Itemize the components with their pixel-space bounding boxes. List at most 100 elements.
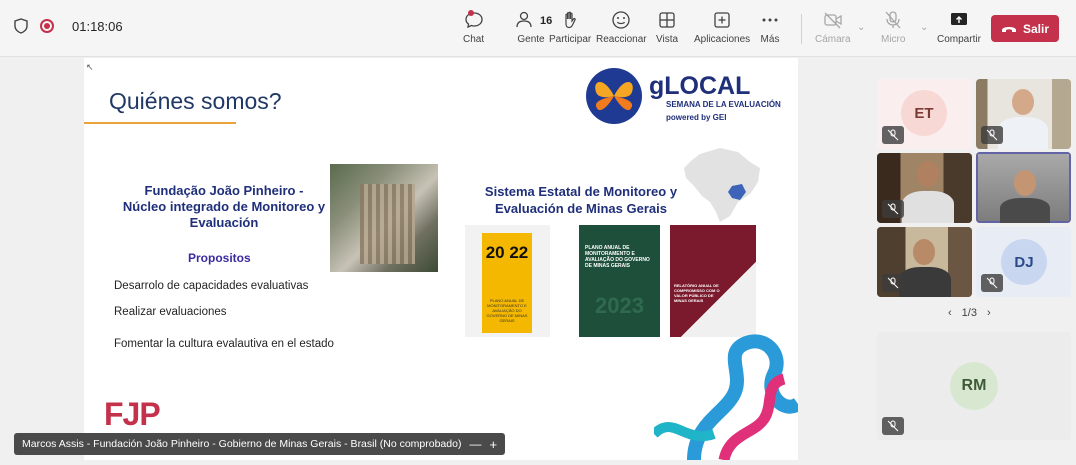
view-label: Vista bbox=[656, 34, 679, 45]
report-relatorio-title: RELATÓRIO ANUAL DE COMPROMISSO COM O VAL… bbox=[674, 283, 720, 303]
participant-body bbox=[998, 117, 1048, 149]
chat-button[interactable]: Chat bbox=[463, 10, 484, 45]
presenter-name: Marcos Assis - Fundación João Pinheiro -… bbox=[22, 438, 462, 450]
report-2022-year: 20 22 bbox=[485, 243, 529, 262]
meeting-toolbar: 01:18:06 Chat 16 Gente Participar Reacci… bbox=[0, 0, 1076, 57]
building-photo bbox=[330, 164, 438, 272]
hand-icon bbox=[565, 11, 576, 29]
brazil-map-icon bbox=[684, 148, 760, 222]
participant-face bbox=[1014, 170, 1036, 196]
leave-button[interactable]: Salir bbox=[991, 15, 1059, 42]
avatar: RM bbox=[950, 362, 998, 410]
participant-tile-dj[interactable]: DJ bbox=[976, 227, 1071, 297]
gallery-pager: ‹ 1/3 › bbox=[948, 307, 991, 319]
report-cover-2022: 20 22 PLANO ANUAL DE MONITORAMENTO E AVA… bbox=[465, 225, 550, 337]
presenter-name-tag[interactable]: Marcos Assis - Fundación João Pinheiro -… bbox=[14, 433, 506, 455]
mic-options-chevron-icon[interactable]: ⌄ bbox=[920, 22, 928, 33]
page-indicator: 1/3 bbox=[961, 307, 977, 319]
purpose-item: Desarrolo de capacidades evaluativas bbox=[114, 280, 309, 292]
glocal-powered: powered by GEI bbox=[666, 113, 727, 122]
recording-icon bbox=[40, 19, 54, 33]
mic-muted-icon bbox=[882, 274, 904, 292]
people-icon bbox=[516, 11, 532, 28]
report-2023-year: 2023 bbox=[595, 293, 644, 318]
mic-muted-icon bbox=[882, 126, 904, 144]
participant-face bbox=[1012, 89, 1034, 115]
participant-tile-video-1[interactable] bbox=[976, 79, 1071, 149]
share-label: Compartir bbox=[937, 34, 981, 45]
decorative-swirl bbox=[654, 334, 798, 460]
more-icon bbox=[762, 18, 778, 22]
report-relatorio-band bbox=[670, 225, 756, 337]
participant-body bbox=[1000, 198, 1050, 223]
raise-hand-label: Participar bbox=[549, 34, 592, 45]
shared-slide: ↖ Quiénes somos? gLOCAL SEMANA DE LA EVA… bbox=[84, 58, 798, 460]
mic-button[interactable]: Micro bbox=[881, 10, 905, 45]
react-button[interactable]: Reaccionar bbox=[596, 10, 647, 45]
mic-muted-icon bbox=[882, 417, 904, 435]
more-label: Más bbox=[760, 34, 780, 45]
participant-face bbox=[913, 239, 935, 265]
participant-tile-active-speaker[interactable] bbox=[976, 152, 1071, 223]
camera-options-chevron-icon[interactable]: ⌄ bbox=[857, 22, 865, 33]
meeting-timer: 01:18:06 bbox=[72, 18, 123, 34]
camera-off-icon bbox=[824, 12, 842, 29]
report-cover-2023: PLANO ANUAL DE MONITORAMENTO E AVALIAÇÃO… bbox=[579, 225, 660, 337]
people-label: Gente bbox=[517, 34, 545, 45]
share-screen-icon bbox=[950, 13, 967, 25]
chat-label: Chat bbox=[463, 34, 485, 45]
purpose-item: Realizar evaluaciones bbox=[114, 306, 227, 318]
add-app-icon bbox=[714, 12, 730, 28]
meeting-status: 01:18:06 bbox=[14, 18, 123, 34]
minimize-icon[interactable]: — bbox=[469, 437, 481, 451]
fjp-logo: FJP bbox=[104, 396, 161, 432]
title-underline bbox=[84, 122, 236, 124]
people-button[interactable]: 16 Gente bbox=[509, 10, 553, 45]
shield-icon[interactable] bbox=[14, 18, 28, 34]
glocal-wordmark: gLOCAL bbox=[649, 72, 751, 100]
report-2023-title: PLANO ANUAL DE MONITORAMENTO E AVALIAÇÃO… bbox=[585, 245, 650, 269]
view-button[interactable]: Vista bbox=[656, 10, 678, 45]
mic-muted-icon bbox=[981, 274, 1003, 292]
fjp-heading: Fundação João Pinheiro - Núcleo integrad… bbox=[109, 183, 339, 231]
avatar: ET bbox=[901, 90, 947, 136]
fjp-line-3: Evaluación bbox=[189, 215, 259, 230]
apps-button[interactable]: Aplicaciones bbox=[694, 10, 750, 45]
share-button[interactable]: Compartir bbox=[937, 10, 981, 45]
camera-label: Cámara bbox=[815, 34, 851, 45]
report-cover-2022-band: 20 22 PLANO ANUAL DE MONITORAMENTO E AVA… bbox=[482, 233, 532, 333]
toolbar-divider bbox=[801, 14, 802, 44]
participant-tile-video-2[interactable] bbox=[877, 153, 972, 223]
raise-hand-button[interactable]: Participar bbox=[549, 10, 591, 45]
butterfly-logo-icon bbox=[586, 68, 642, 124]
mic-off-icon bbox=[885, 11, 901, 29]
glocal-logo: gLOCAL SEMANA DE LA EVALUACIÓN powered b… bbox=[584, 66, 784, 126]
chevron-left-icon[interactable]: ‹ bbox=[948, 307, 952, 319]
grid-view-icon bbox=[659, 12, 675, 28]
more-button[interactable]: Más bbox=[760, 10, 780, 45]
mic-label: Micro bbox=[881, 34, 906, 45]
fjp-line-2: Núcleo integrado de Monitoreo y bbox=[122, 199, 326, 214]
react-label: Reaccionar bbox=[596, 34, 647, 45]
leave-label: Salir bbox=[1022, 21, 1049, 36]
purpose-item: Fomentar la cultura evalautiva en el est… bbox=[114, 338, 334, 350]
emoji-icon bbox=[612, 11, 630, 29]
mic-muted-icon bbox=[981, 126, 1003, 144]
avatar: DJ bbox=[1001, 239, 1047, 285]
participant-face bbox=[917, 161, 939, 187]
slide-title: Quiénes somos? bbox=[109, 88, 282, 114]
glocal-subtitle: SEMANA DE LA EVALUACIÓN bbox=[666, 100, 781, 109]
chevron-right-icon[interactable]: › bbox=[987, 307, 991, 319]
fjp-line-1: Fundação João Pinheiro - bbox=[144, 183, 304, 198]
report-2022-title: PLANO ANUAL DE MONITORAMENTO E AVALIAÇÃO… bbox=[486, 298, 528, 323]
camera-button[interactable]: Cámara bbox=[815, 10, 851, 45]
participant-body bbox=[902, 191, 954, 223]
pointer-cursor-icon: ↖ bbox=[86, 62, 94, 72]
participant-tile-rm[interactable]: RM bbox=[877, 332, 1071, 440]
report-cover-relatorio: RELATÓRIO ANUAL DE COMPROMISSO COM O VAL… bbox=[670, 225, 756, 337]
sistema-line-1: Sistema Estatal de Monitoreo y bbox=[484, 184, 678, 199]
participant-tile-et[interactable]: ET bbox=[877, 79, 972, 149]
apps-label: Aplicaciones bbox=[694, 34, 751, 45]
expand-icon[interactable]: + bbox=[489, 437, 497, 452]
participant-tile-video-3[interactable] bbox=[877, 227, 972, 297]
